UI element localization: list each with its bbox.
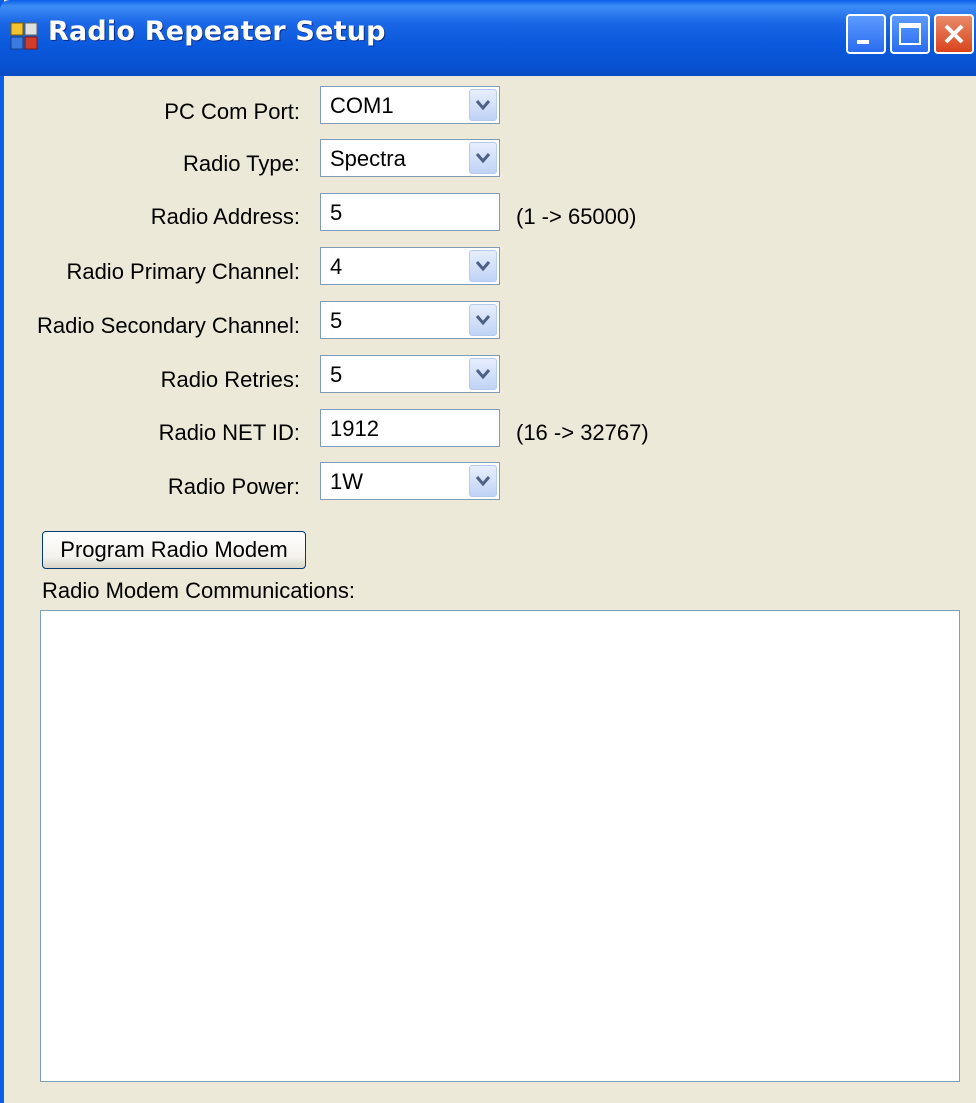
com-port-dropdown[interactable]: COM1 [320,86,500,124]
minimize-icon [857,40,869,44]
net-id-label: Radio NET ID: [158,420,300,445]
power-dropdown[interactable]: 1W [320,462,500,500]
com-port-label: PC Com Port: [164,99,300,124]
com-port-dropdown-button[interactable] [469,89,497,121]
power-dropdown-button[interactable] [469,465,497,497]
radio-address-label: Radio Address: [150,204,300,229]
radio-address-value: 5 [330,200,343,225]
secondary-channel-value: 5 [330,308,343,333]
radio-type-label: Radio Type: [182,151,300,176]
retries-dropdown[interactable]: 5 [320,355,500,393]
maximize-button[interactable] [890,14,930,54]
com-port-value: COM1 [330,93,394,118]
net-id-input[interactable]: 1912 [320,409,500,447]
retries-value: 5 [330,362,343,387]
window-title: Radio Repeater Setup [48,16,386,47]
communications-label: Radio Modem Communications: [42,578,356,603]
radio-address-input[interactable]: 5 [320,193,500,231]
close-button[interactable] [934,14,974,54]
net-id-range: (16 -> 32767) [516,420,649,445]
primary-channel-value: 4 [330,254,343,279]
program-radio-modem-button[interactable]: Program Radio Modem [42,531,306,569]
maximize-icon [899,23,921,45]
net-id-value: 1912 [330,416,379,441]
chevron-down-icon [475,369,491,380]
radio-type-value: Spectra [330,146,406,171]
retries-label: Radio Retries: [160,367,300,392]
primary-channel-label: Radio Primary Channel: [66,259,300,284]
minimize-button[interactable] [846,14,886,54]
communications-textarea[interactable] [40,610,960,1082]
app-icon [10,22,38,50]
primary-channel-dropdown[interactable]: 4 [320,247,500,285]
chevron-down-icon [475,153,491,164]
chevron-down-icon [475,261,491,272]
chevron-down-icon [475,315,491,326]
retries-dropdown-button[interactable] [469,358,497,390]
chevron-down-icon [475,476,491,487]
power-value: 1W [330,469,363,494]
radio-type-dropdown[interactable]: Spectra [320,139,500,177]
secondary-channel-dropdown[interactable]: 5 [320,301,500,339]
close-icon [944,24,964,44]
app-window: Radio Repeater Setup PC Com Port: COM1 R [0,0,976,1103]
primary-channel-dropdown-button[interactable] [469,250,497,282]
radio-type-dropdown-button[interactable] [469,142,497,174]
title-bar[interactable]: Radio Repeater Setup [0,0,976,76]
radio-address-range: (1 -> 65000) [516,204,637,229]
secondary-channel-label: Radio Secondary Channel: [37,313,300,338]
secondary-channel-dropdown-button[interactable] [469,304,497,336]
power-label: Radio Power: [167,474,300,499]
chevron-down-icon [475,100,491,111]
